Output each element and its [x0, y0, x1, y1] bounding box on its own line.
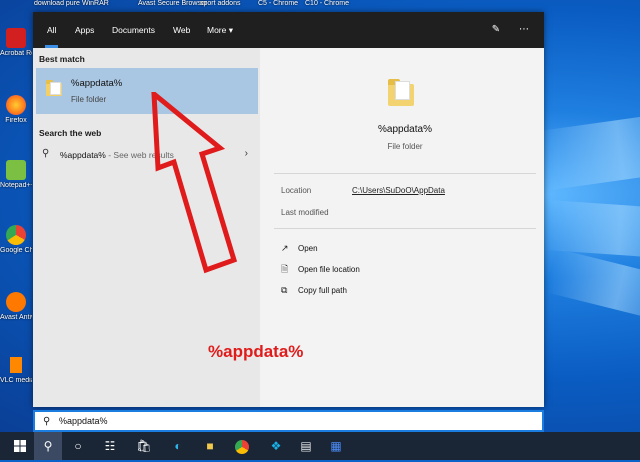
chevron-down-icon: ▾	[228, 25, 234, 35]
divider	[274, 228, 536, 229]
desktop-icon-label[interactable]: Avast Secure Browser	[138, 0, 207, 7]
desktop-icon-chrome[interactable]: Google Chrome	[0, 225, 32, 255]
wallpaper-light-beam	[546, 248, 640, 327]
best-match-name: %appdata%	[71, 78, 123, 89]
edge-icon[interactable]: ◐	[164, 432, 192, 460]
feedback-icon[interactable]: ✎	[489, 23, 503, 37]
desktop-icon-label[interactable]: download pure	[34, 0, 80, 7]
tab-documents[interactable]: Documents	[112, 12, 155, 48]
taskbar: ⚲ ○ ☷ 🛍 ◐ ■ ❖ ▤ ▦	[0, 432, 640, 460]
search-bar[interactable]: ⚲ %appdata%	[33, 410, 544, 432]
open-icon: ↗	[281, 243, 289, 253]
store-icon[interactable]: 🛍	[130, 432, 158, 460]
tab-more-label: More	[207, 25, 227, 35]
notepad-icon[interactable]: ▤	[292, 432, 320, 460]
windows-start-icon[interactable]	[6, 432, 34, 460]
folder-icon-large	[388, 79, 414, 106]
preview-type: File folder	[387, 142, 423, 151]
search-icon: ⚲	[42, 148, 50, 159]
desktop-icon-vlc[interactable]: VLC media	[0, 355, 32, 385]
firefox-icon	[6, 95, 26, 115]
acrobat-icon	[6, 28, 26, 48]
folder-icon	[46, 80, 62, 96]
desktop-icon-firefox[interactable]: Firefox	[0, 95, 32, 125]
annotation-text: %appdata%	[208, 342, 304, 361]
desktop-icon-label[interactable]: sport addons	[200, 0, 240, 7]
annotation-arrow	[151, 92, 238, 274]
desktop-icon-label[interactable]: C10 - Chrome	[305, 0, 349, 7]
chrome-icon[interactable]	[228, 432, 256, 460]
avast-icon	[6, 292, 26, 312]
more-options-icon[interactable]: ⋯	[517, 23, 531, 37]
wallpaper-light-beam	[536, 109, 640, 191]
desktop-icon-acrobat[interactable]: Acrobat Reader DC	[0, 28, 32, 58]
web-query: %appdata%	[60, 150, 106, 160]
chrome-icon	[6, 225, 26, 245]
search-web-heading: Search the web	[39, 128, 102, 138]
desktop-icon-label[interactable]: WinRAR	[82, 0, 109, 7]
tab-more[interactable]: More ▾	[207, 12, 233, 48]
best-match-type: File folder	[71, 95, 107, 104]
tab-web[interactable]: Web	[173, 12, 190, 48]
file-location-icon: 🗎	[281, 264, 289, 274]
search-icon: ⚲	[43, 416, 51, 427]
best-match-heading: Best match	[39, 54, 85, 64]
tab-all[interactable]: All	[44, 12, 60, 48]
preview-title: %appdata%	[378, 124, 432, 135]
snap-icon[interactable]: ☷	[96, 432, 124, 460]
last-modified-label: Last modified	[281, 208, 329, 217]
file-explorer-icon[interactable]: ■	[196, 432, 224, 460]
search-panel-header: All Apps Documents Web More ▾ ✎ ⋯	[33, 12, 544, 48]
search-input[interactable]: %appdata%	[59, 416, 108, 426]
search-icon[interactable]: ⚲	[34, 432, 62, 460]
location-link[interactable]: C:\Users\SuDoO\AppData	[352, 186, 445, 195]
notepadpp-icon	[6, 160, 26, 180]
word-icon[interactable]: ▦	[322, 432, 350, 460]
tab-apps[interactable]: Apps	[75, 12, 94, 48]
copy-icon: ⧉	[281, 285, 288, 295]
divider	[274, 173, 536, 174]
vlc-icon	[6, 355, 26, 375]
desktop-icon-label[interactable]: C5 - Chrome	[258, 0, 298, 7]
desktop-icon-notepadpp[interactable]: Notepad++	[0, 160, 32, 190]
desktop-icon-avast[interactable]: Avast Antivirus Gra	[0, 292, 32, 322]
location-label: Location	[281, 186, 312, 195]
kodi-icon[interactable]: ❖	[262, 432, 290, 460]
result-preview: %appdata% File folder Location C:\Users\…	[266, 48, 544, 407]
task-view-icon[interactable]: ○	[64, 432, 92, 460]
